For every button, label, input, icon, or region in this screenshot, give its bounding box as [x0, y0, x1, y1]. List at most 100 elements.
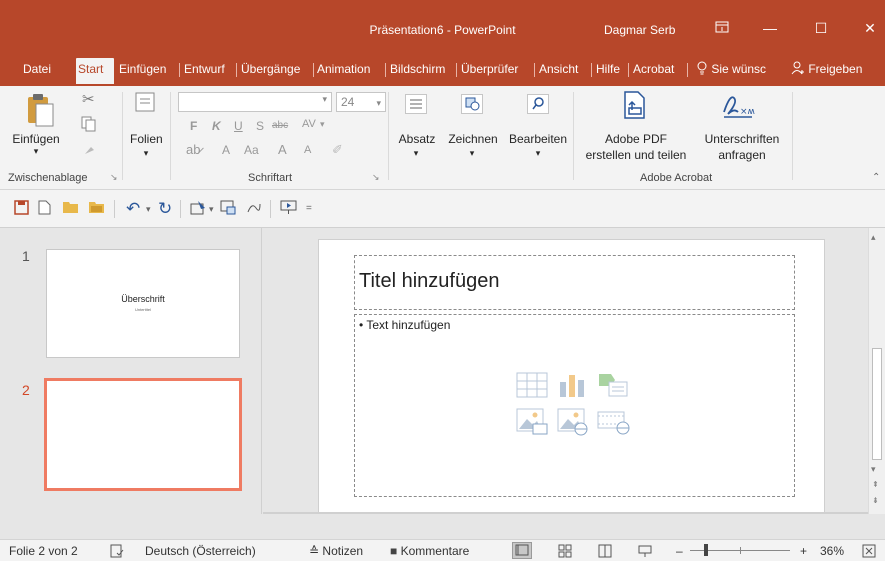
font-size-input[interactable]: 24 ▾ [336, 92, 386, 112]
insert-smartart-icon[interactable] [597, 372, 629, 401]
format-painter-icon[interactable] [83, 142, 97, 159]
underline-button[interactable]: U [234, 119, 243, 133]
font-color-button[interactable]: A [222, 143, 230, 157]
zoom-level[interactable]: 36% [820, 544, 844, 558]
slide-sorter-icon[interactable] [558, 544, 572, 561]
font-launcher-icon[interactable]: ↘ [372, 172, 380, 183]
new-slide-icon[interactable] [135, 92, 155, 115]
clipboard-launcher-icon[interactable]: ↘ [110, 172, 118, 183]
adobe-pdf-create-icon[interactable] [622, 90, 648, 125]
bold-button[interactable]: F [190, 119, 197, 133]
find-icon[interactable] [527, 94, 549, 117]
maximize-button[interactable]: ☐ [806, 17, 836, 39]
shrink-font-button[interactable]: A [304, 144, 311, 156]
user-name[interactable]: Dagmar Serb [604, 23, 675, 37]
undo-chevron-icon[interactable]: ▾ [146, 200, 151, 218]
tab-acrobat[interactable]: Acrobat [631, 58, 685, 84]
minimize-button[interactable]: — [755, 17, 785, 39]
paste-icon[interactable] [26, 92, 56, 131]
recent-folder-icon[interactable] [88, 200, 105, 219]
share-button[interactable]: Freigeben [789, 58, 883, 84]
language-indicator[interactable]: Deutsch (Österreich) [145, 544, 256, 558]
tab-start[interactable]: Start [76, 58, 114, 84]
tab-datei[interactable]: Datei [21, 58, 61, 84]
slide-thumbnail-selected[interactable] [44, 378, 242, 491]
content-placeholder[interactable]: • Text hinzufügen [354, 314, 795, 497]
tab-uebergaenge[interactable]: Übergänge [239, 58, 311, 84]
cut-icon[interactable]: ✂ [82, 90, 95, 108]
zoom-slider-thumb[interactable] [704, 544, 708, 556]
character-spacing-button[interactable]: AV [302, 118, 316, 130]
fit-to-window-icon[interactable] [862, 544, 876, 561]
slideshow-icon[interactable] [638, 544, 652, 561]
font-name-chevron-icon[interactable]: ▾ [322, 94, 327, 105]
title-placeholder[interactable]: Titel hinzufügen [354, 255, 795, 310]
drawing-button[interactable]: Zeichnen [444, 132, 502, 146]
notes-button[interactable]: ≙ Notizen [309, 544, 363, 558]
request-signatures-line2[interactable]: anfragen [694, 148, 790, 162]
collapse-ribbon-chevron-icon[interactable]: ⌃ [872, 172, 880, 183]
drawing-chevron-icon[interactable]: ▾ [464, 148, 480, 159]
vertical-scrollbar[interactable]: ▴ ▾ ⇞ ⇟ [868, 228, 885, 514]
normal-view-icon[interactable] [512, 542, 532, 559]
save-icon[interactable] [14, 200, 29, 220]
screenshot-icon[interactable] [220, 200, 236, 220]
scrollbar-thumb[interactable] [872, 348, 882, 460]
signature-icon[interactable]: ×ʍ [720, 90, 756, 125]
tab-ueberpruefen[interactable]: Überprüfer [459, 58, 532, 84]
redo-icon[interactable]: ↻ [158, 200, 172, 218]
new-slide-chevron-icon[interactable]: ▾ [138, 148, 154, 159]
create-pdf-line2[interactable]: erstellen und teilen [580, 148, 692, 162]
strikethrough-button[interactable]: abc [272, 120, 288, 131]
insert-video-icon[interactable] [597, 408, 631, 439]
present-from-start-icon[interactable] [280, 200, 297, 220]
shapes-icon[interactable] [461, 94, 483, 117]
character-spacing-chevron-icon[interactable]: ▾ [320, 119, 325, 130]
tab-ansicht[interactable]: Ansicht [537, 58, 589, 84]
highlight-icon[interactable]: ab̷ [186, 142, 200, 157]
shadow-button[interactable]: S [256, 119, 264, 133]
tab-entwurf[interactable]: Entwurf [182, 58, 234, 84]
insert-chart-icon[interactable] [557, 372, 587, 401]
reading-view-icon[interactable] [598, 544, 612, 561]
editing-button[interactable]: Bearbeiten [506, 132, 570, 146]
request-signatures-line1[interactable]: Unterschriften [694, 132, 790, 146]
copy-icon[interactable] [81, 116, 99, 135]
scroll-down-icon[interactable]: ▾ [871, 464, 876, 475]
shape-select-chevron-icon[interactable]: ▾ [209, 200, 214, 218]
paragraph-chevron-icon[interactable]: ▾ [408, 148, 424, 159]
font-size-chevron-icon[interactable]: ▾ [376, 94, 381, 112]
italic-button[interactable]: K [212, 119, 221, 133]
new-slide-button[interactable]: Folien [130, 132, 163, 146]
close-button[interactable]: ✕ [855, 17, 885, 39]
scroll-up-icon[interactable]: ▴ [871, 232, 876, 243]
paste-button[interactable]: Einfügen [8, 132, 64, 146]
insert-online-picture-icon[interactable] [557, 408, 589, 439]
undo-icon[interactable]: ↶ [126, 200, 140, 218]
change-case-button[interactable]: Aa [244, 143, 259, 157]
open-folder-icon[interactable] [62, 200, 79, 219]
new-document-icon[interactable] [38, 200, 51, 220]
next-slide-icon[interactable]: ⇟ [872, 496, 879, 505]
previous-slide-icon[interactable]: ⇞ [872, 480, 879, 489]
shape-select-icon[interactable] [190, 200, 207, 220]
paste-dropdown-chevron-icon[interactable]: ▾ [26, 146, 46, 157]
draw-icon[interactable] [246, 200, 262, 220]
create-pdf-line1[interactable]: Adobe PDF [580, 132, 692, 146]
zoom-out-button[interactable]: – [676, 544, 683, 558]
tab-animationen[interactable]: Animation [315, 58, 383, 84]
ribbon-display-icon[interactable] [707, 17, 737, 39]
insert-picture-icon[interactable] [516, 408, 548, 439]
tab-einfuegen[interactable]: Einfügen [117, 58, 177, 84]
font-name-input[interactable]: ▾ [178, 92, 332, 112]
editing-chevron-icon[interactable]: ▾ [530, 148, 546, 159]
tell-me-search[interactable]: Sie wünsc [694, 58, 772, 84]
grow-font-button[interactable]: A [278, 142, 287, 157]
zoom-in-button[interactable]: + [800, 544, 807, 558]
insert-table-icon[interactable] [516, 372, 548, 401]
comments-button[interactable]: ■ Kommentare [390, 544, 469, 558]
paragraph-button[interactable]: Absatz [396, 132, 438, 146]
customize-toolbar-chevron-icon[interactable]: = [306, 200, 312, 218]
tab-bildschirmpraesentation[interactable]: Bildschirm [388, 58, 454, 84]
clear-formatting-icon[interactable]: ✐ [332, 142, 343, 158]
